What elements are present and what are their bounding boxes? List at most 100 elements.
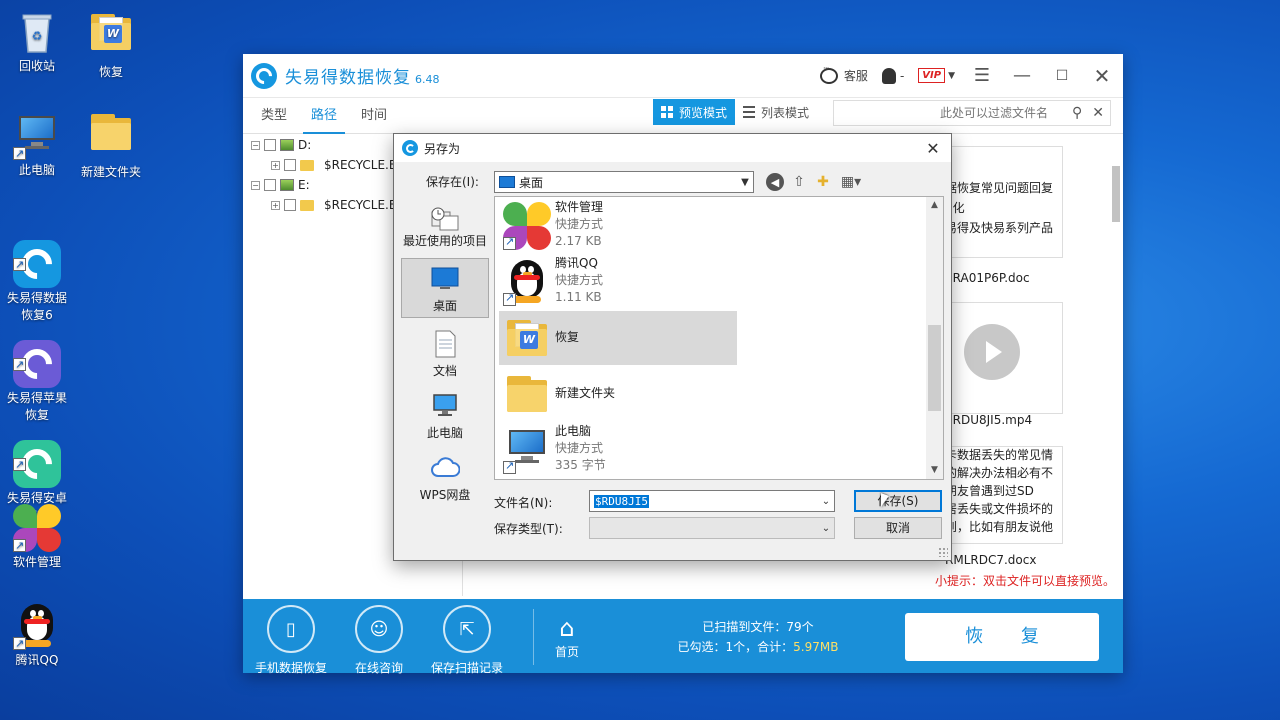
filter-input[interactable] [840, 106, 1072, 120]
clear-filter-icon[interactable]: ✕ [1092, 105, 1104, 121]
tree-checkbox[interactable] [264, 179, 276, 191]
tree-node-label: $RECYCLE.BI [324, 198, 401, 212]
computer-icon [430, 392, 460, 420]
qq-penguin-icon [503, 258, 551, 306]
close-button[interactable]: ✕ [1089, 63, 1115, 89]
tree-checkbox[interactable] [284, 199, 296, 211]
desktop-icon-recycle-bin[interactable]: ♻ 回收站 [2, 8, 72, 75]
file-name: 此电脑 [555, 424, 592, 438]
save-button[interactable]: 保存(S) [854, 490, 942, 512]
list-mode-button[interactable]: 列表模式 [735, 99, 817, 125]
scroll-down-icon[interactable]: ▼ [926, 462, 943, 479]
tab-time[interactable]: 时间 [349, 98, 399, 134]
desktop-icon-label: 新建文件夹 [80, 165, 141, 179]
wps-folder-icon: W [87, 14, 135, 62]
save-in-label: 保存在(I): [426, 175, 479, 189]
filename-input[interactable]: $RDU8JI5 ⌄ [589, 490, 835, 512]
chevron-down-icon[interactable]: ⌄ [818, 496, 834, 507]
tab-path[interactable]: 路径 [299, 98, 349, 134]
file-list: 软件管理 快捷方式 2.17 KB 腾讯QQ 快捷方式 1.11 KB W 恢复 [494, 196, 944, 480]
chevron-down-icon: ▼ [948, 70, 955, 81]
file-item[interactable]: 此电脑 快捷方式 335 字节 [499, 423, 737, 477]
recycle-bin-icon: ♻ [13, 8, 61, 56]
file-type: 快捷方式 [555, 217, 604, 231]
shortcut-arrow-icon [503, 291, 516, 306]
view-menu-icon[interactable]: ▦▾ [838, 173, 864, 191]
filetype-dropdown[interactable]: ⌄ [589, 517, 835, 539]
place-this-pc[interactable]: 此电脑 [401, 386, 489, 442]
shortcut-arrow-icon [13, 256, 26, 273]
online-consult-button[interactable]: ☺ 在线咨询 [339, 605, 419, 676]
chevron-down-icon: ▼ [741, 176, 749, 188]
scroll-up-icon[interactable]: ▲ [926, 197, 943, 214]
scroll-thumb[interactable] [928, 325, 941, 411]
desktop-icon-qq[interactable]: 腾讯QQ [2, 602, 72, 669]
shortcut-arrow-icon [13, 145, 26, 162]
app-titlebar: 失易得数据恢复 6.48 客服 - VIP ▼ ☰ — ☐ ✕ [243, 54, 1123, 98]
home-button[interactable]: ⌂ 首页 [543, 613, 591, 660]
file-item[interactable]: 腾讯QQ 快捷方式 1.11 KB [499, 255, 737, 309]
desktop-icon-this-pc[interactable]: 此电脑 [2, 108, 72, 179]
minimize-button[interactable]: — [1009, 63, 1035, 89]
collapse-icon[interactable]: − [251, 180, 260, 190]
dialog-close-button[interactable]: ✕ [915, 139, 951, 158]
place-recent[interactable]: 最近使用的项目 [401, 200, 489, 252]
phone-icon: ▯ [267, 605, 315, 653]
desktop-icon-software-manager[interactable]: 软件管理 [2, 504, 72, 571]
expand-icon[interactable]: + [271, 160, 280, 170]
phone-recovery-button[interactable]: ▯ 手机数据恢复 [251, 605, 331, 676]
documents-icon [430, 330, 460, 358]
places-bar: 最近使用的项目 桌面 文档 此电脑 WPS网盘 [401, 196, 489, 502]
shortcut-arrow-icon [13, 537, 26, 554]
menu-icon[interactable]: ☰ [969, 63, 995, 89]
tree-checkbox[interactable] [264, 139, 276, 151]
shortcut-arrow-icon [13, 356, 26, 373]
tree-node-recycle-d[interactable]: + $RECYCLE.BI [271, 158, 401, 172]
expand-icon[interactable]: + [271, 200, 280, 210]
tree-checkbox[interactable] [284, 159, 296, 171]
resize-grip[interactable] [938, 547, 948, 557]
collapse-icon[interactable]: − [251, 140, 260, 150]
app-version: 6.48 [415, 73, 440, 86]
customer-service-button[interactable]: 客服 [819, 64, 868, 84]
software-manager-icon [503, 202, 551, 250]
place-wps-cloud[interactable]: WPS网盘 [401, 448, 489, 502]
file-item[interactable]: 软件管理 快捷方式 2.17 KB [499, 199, 737, 253]
folder-icon [87, 114, 135, 162]
file-type: 快捷方式 [555, 273, 604, 287]
file-list-scrollbar[interactable]: ▲ ▼ [926, 197, 943, 479]
vip-button[interactable]: VIP ▼ [918, 68, 955, 83]
up-folder-icon[interactable]: ⇧ [790, 173, 808, 191]
shortcut-arrow-icon [503, 459, 516, 474]
maximize-button[interactable]: ☐ [1049, 63, 1075, 89]
desktop-icon-new-folder[interactable]: 新建文件夹 [76, 108, 146, 181]
save-in-dropdown[interactable]: 桌面 ▼ [494, 171, 754, 193]
preview-mode-button[interactable]: 预览模式 [653, 99, 736, 125]
recover-button[interactable]: 恢 复 [905, 613, 1099, 661]
recent-items-icon [430, 206, 460, 234]
shortcut-arrow-icon [13, 635, 26, 652]
desktop-icon [430, 265, 460, 293]
save-scan-record-button[interactable]: ⇱ 保存扫描记录 [427, 605, 507, 676]
search-icon[interactable]: ⚲ [1072, 105, 1082, 121]
preview-scrollbar[interactable] [1111, 154, 1121, 564]
computer-icon [13, 112, 61, 162]
cancel-button[interactable]: 取消 [854, 517, 942, 539]
file-size: 335 字节 [555, 458, 606, 472]
file-card-name: $RA01P6P.doc [945, 271, 1030, 285]
place-documents[interactable]: 文档 [401, 324, 489, 380]
tree-node-recycle-e[interactable]: + $RECYCLE.BI [271, 198, 401, 212]
tree-node-drive-e[interactable]: − E: [251, 178, 310, 192]
file-item[interactable]: 新建文件夹 [499, 367, 737, 421]
back-icon[interactable]: ◀ [766, 173, 784, 191]
file-item-selected[interactable]: W 恢复 [499, 311, 737, 365]
place-desktop[interactable]: 桌面 [401, 258, 489, 318]
tab-type[interactable]: 类型 [249, 98, 299, 134]
user-label: - [899, 68, 905, 83]
tree-node-drive-d[interactable]: − D: [251, 138, 311, 152]
file-name: 新建文件夹 [555, 386, 616, 400]
desktop-icon-recover-folder[interactable]: W 恢复 [76, 8, 146, 81]
new-folder-icon[interactable]: ✚ [814, 173, 832, 191]
user-account-button[interactable]: - [881, 67, 905, 84]
divider [533, 609, 534, 665]
